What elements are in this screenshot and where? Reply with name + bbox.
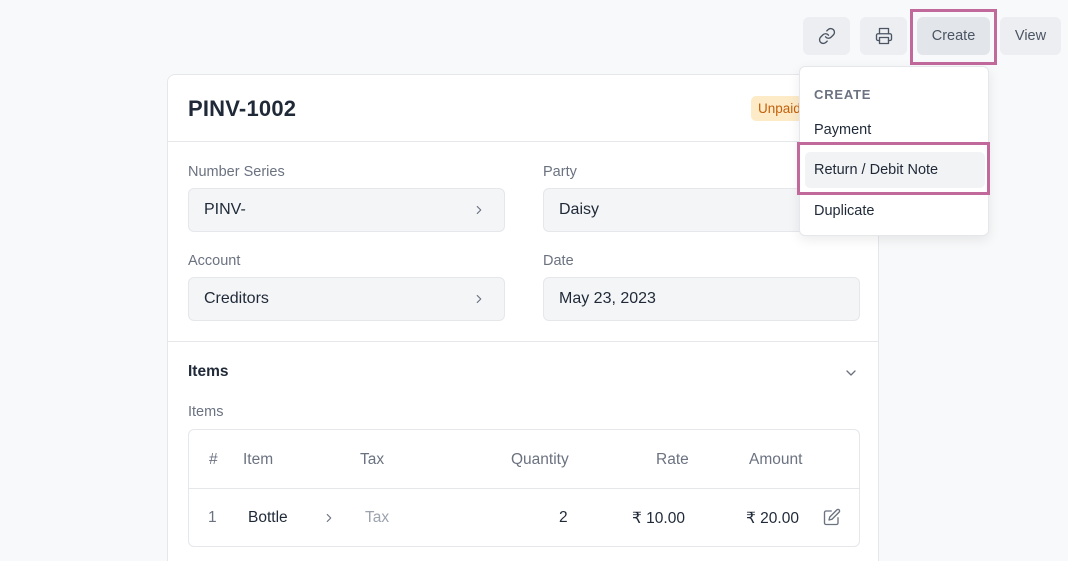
menu-item-duplicate[interactable]: Duplicate xyxy=(805,193,985,229)
column-header-quantity: Quantity xyxy=(511,451,569,468)
date-value: May 23, 2023 xyxy=(559,290,656,307)
menu-item-payment[interactable]: Payment xyxy=(805,112,985,148)
invoice-form-card: PINV-1002 Unpaid Number Series PINV- Par… xyxy=(167,74,879,561)
party-label: Party xyxy=(543,164,577,180)
number-series-field[interactable]: PINV- xyxy=(188,188,505,232)
printer-icon xyxy=(875,27,893,45)
link-icon xyxy=(818,27,836,45)
menu-item-return-debit-note[interactable]: Return / Debit Note xyxy=(805,152,985,188)
account-label: Account xyxy=(188,253,241,269)
row-item[interactable]: Bottle xyxy=(248,509,288,527)
create-button[interactable]: Create xyxy=(917,17,990,55)
column-header-tax: Tax xyxy=(360,451,385,468)
items-section-title: Items xyxy=(188,363,229,380)
party-value: Daisy xyxy=(559,201,600,218)
chevron-right-icon xyxy=(472,203,486,217)
column-header-index: # xyxy=(209,451,218,468)
items-table: # Item Tax Quantity Rate Amount 1 Bottle… xyxy=(188,429,860,547)
divider xyxy=(168,141,878,142)
chevron-right-icon xyxy=(472,292,486,306)
edit-icon[interactable] xyxy=(823,508,841,526)
page-title: PINV-1002 xyxy=(188,96,297,121)
row-index: 1 xyxy=(208,509,217,526)
divider xyxy=(168,341,878,342)
create-menu-header: CREATE xyxy=(814,87,872,102)
number-series-value: PINV- xyxy=(204,201,246,218)
create-dropdown-menu: CREATE Payment Return / Debit Note Dupli… xyxy=(799,66,989,236)
account-field[interactable]: Creditors xyxy=(188,277,505,321)
column-header-item: Item xyxy=(243,451,274,468)
divider xyxy=(189,488,859,489)
column-header-rate: Rate xyxy=(656,451,689,468)
row-quantity[interactable]: 2 xyxy=(559,509,568,527)
row-tax[interactable]: Tax xyxy=(365,509,389,527)
chevron-down-icon[interactable] xyxy=(843,365,859,381)
chevron-right-icon xyxy=(322,511,336,525)
print-button[interactable] xyxy=(860,17,907,55)
view-button[interactable]: View xyxy=(1000,17,1061,55)
date-label: Date xyxy=(543,253,574,269)
account-value: Creditors xyxy=(204,290,269,307)
column-header-amount: Amount xyxy=(749,451,803,468)
items-table-label: Items xyxy=(188,404,224,420)
number-series-label: Number Series xyxy=(188,164,285,180)
row-rate[interactable]: ₹ 10.00 xyxy=(632,509,685,528)
copy-link-button[interactable] xyxy=(803,17,850,55)
date-field[interactable]: May 23, 2023 xyxy=(543,277,860,321)
row-amount: ₹ 20.00 xyxy=(746,510,799,527)
